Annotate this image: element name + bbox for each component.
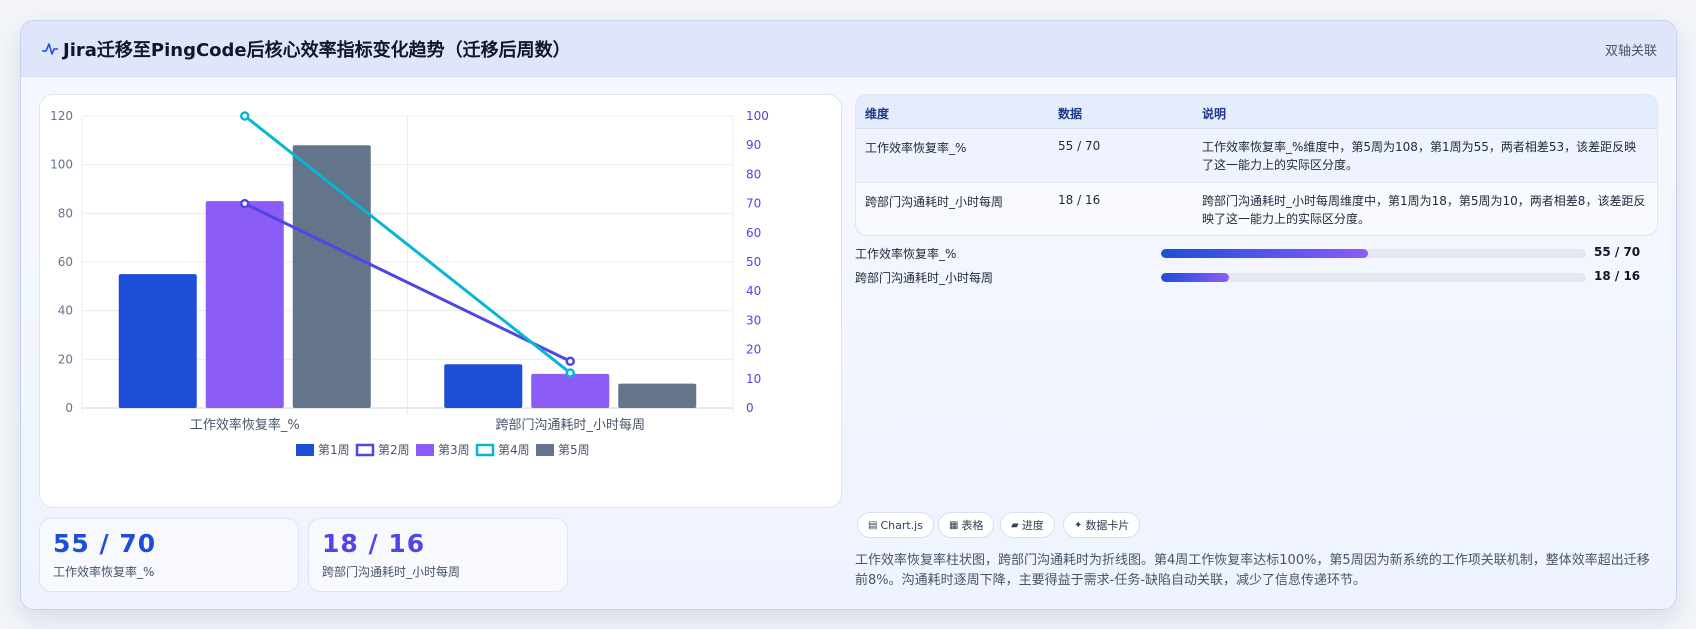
line-point-第4周 — [565, 368, 575, 378]
table-row: 跨部门沟通耗时_小时每周 18 / 16 跨部门沟通耗时_小时每周维度中，第1周… — [856, 183, 1657, 235]
x-tick-label: 工作效率恢复率_% — [190, 417, 300, 433]
bar-第1周 — [118, 274, 197, 408]
legend-swatch — [475, 443, 495, 457]
card-header: Jira迁移至PingCode后核心效率指标变化趋势（迁移后周数） 双轴关联 — [21, 21, 1676, 77]
table-cell-dimension: 工作效率恢复率_% — [865, 141, 967, 155]
legend-label: 第5周 — [558, 443, 590, 457]
line-point-第2周 — [565, 356, 575, 367]
kpi-value: 18 / 16 — [322, 529, 426, 558]
y-left-tick-label: 60 — [58, 255, 73, 269]
chip-data-card[interactable]: ✦ 数据卡片 — [1063, 512, 1141, 538]
y-right-tick-label: 30 — [746, 313, 761, 327]
legend-label: 第3周 — [438, 443, 470, 457]
progress-value: 55 / 70 — [1594, 245, 1641, 259]
table-cell-note: 工作效率恢复率_%维度中，第5周为108，第1周为55，两者相差53，该差距反映… — [1202, 140, 1637, 172]
progress-track — [1161, 273, 1586, 282]
page-title: Jira迁移至PingCode后核心效率指标变化趋势（迁移后周数） — [63, 40, 571, 61]
chip-table[interactable]: ▦ 表格 — [938, 512, 995, 538]
chart-card: Jira迁移至PingCode后核心效率指标变化趋势（迁移后周数） 双轴关联 0… — [20, 20, 1677, 610]
y-left-tick-label: 40 — [58, 304, 73, 318]
y-right-tick-label: 40 — [746, 284, 761, 298]
line-point-第4周 — [240, 111, 250, 121]
y-left-tick-label: 100 — [50, 158, 73, 172]
progress-value: 18 / 16 — [1594, 269, 1641, 283]
pulse-icon — [42, 43, 58, 55]
progress-fill — [1161, 273, 1229, 282]
dual-axis-tag: 双轴关联 — [1604, 44, 1657, 59]
table-header: 维度 数据 说明 — [856, 95, 1657, 129]
kpi-card-efficiency: 55 / 70 工作效率恢复率_% — [39, 518, 299, 592]
y-left-tick-label: 120 — [50, 109, 73, 123]
y-right-tick-label: 10 — [746, 372, 761, 386]
chart-description: 工作效率恢复率柱状图，跨部门沟通耗时为折线图。第4周工作恢复率达标100%，第5… — [855, 553, 1650, 588]
legend-swatch — [536, 444, 554, 456]
y-right-tick-label: 50 — [746, 255, 761, 269]
table-cell-dimension: 跨部门沟通耗时_小时每周 — [865, 195, 1004, 209]
table-row: 工作效率恢复率_% 55 / 70 工作效率恢复率_%维度中，第5周为108，第… — [856, 129, 1657, 183]
progress-fill — [1161, 249, 1368, 258]
progress-label: 跨部门沟通耗时_小时每周 — [855, 271, 994, 285]
legend-label: 第2周 — [378, 443, 410, 457]
table-header-cell: 维度 — [865, 107, 890, 121]
y-left-tick-label: 80 — [58, 206, 73, 220]
x-tick-label: 跨部门沟通耗时_小时每周 — [495, 417, 645, 433]
bar-第1周 — [444, 364, 523, 408]
chart-panel: 0 20 40 60 80 100 120 0 10 20 30 40 50 60 70 80 90 100 工作效… — [39, 94, 842, 508]
kpi-card-communication: 18 / 16 跨部门沟通耗时_小时每周 — [308, 518, 568, 592]
table-icon: ▦ — [949, 519, 959, 531]
y-left-tick-label: 20 — [58, 352, 73, 366]
y-right-tick-label: 100 — [746, 109, 769, 123]
progress-label: 工作效率恢复率_% — [855, 247, 957, 261]
chip-progress[interactable]: ▰ 进度 — [1000, 512, 1055, 538]
y-right-tick-label: 80 — [746, 167, 761, 181]
data-table: 维度 数据 说明 工作效率恢复率_% 55 / 70 工作效率恢复率_%维度中，… — [855, 94, 1658, 236]
y-right-tick-label: 20 — [746, 343, 761, 357]
chip-label: 进度 — [1021, 519, 1044, 532]
table-cell-note: 跨部门沟通耗时_小时每周维度中，第1周为18，第5周为10，两者相差8，该差距反… — [1202, 194, 1646, 226]
table-header-cell: 数据 — [1058, 107, 1083, 121]
combo-chart[interactable]: 0 20 40 60 80 100 120 0 10 20 30 40 50 60 70 80 90 100 工作效… — [40, 95, 841, 507]
progress-icon: ▰ — [1011, 519, 1019, 531]
legend-swatch — [416, 444, 434, 456]
kpi-value: 55 / 70 — [53, 529, 157, 558]
bar-第3周 — [531, 373, 610, 408]
table-cell-data: 55 / 70 — [1058, 139, 1101, 153]
chip-label: 数据卡片 — [1085, 519, 1130, 532]
y-left-tick-label: 0 — [65, 401, 73, 415]
table-header-cell: 说明 — [1202, 107, 1227, 121]
chip-label: Chart.js — [880, 518, 923, 532]
kpi-label: 跨部门沟通耗时_小时每周 — [322, 565, 461, 579]
chip-label: 表格 — [961, 519, 984, 532]
bar-第3周 — [205, 201, 284, 408]
bar-第5周 — [618, 383, 697, 408]
chart-icon: ▤ — [868, 519, 878, 531]
legend-label: 第4周 — [498, 443, 530, 457]
progress-track — [1161, 249, 1586, 258]
table-cell-data: 18 / 16 — [1058, 193, 1101, 207]
y-right-tick-label: 0 — [746, 401, 754, 415]
y-right-tick-label: 90 — [746, 138, 761, 152]
y-right-tick-label: 70 — [746, 197, 761, 211]
legend-label: 第1周 — [318, 443, 350, 457]
legend-swatch — [296, 444, 314, 456]
chip-chartjs[interactable]: ▤ Chart.js — [857, 512, 934, 538]
legend-swatch — [355, 443, 375, 457]
kpi-label: 工作效率恢复率_% — [53, 565, 155, 579]
line-point-第2周 — [240, 198, 250, 209]
y-right-tick-label: 60 — [746, 226, 761, 240]
sparkle-icon: ✦ — [1074, 519, 1083, 531]
